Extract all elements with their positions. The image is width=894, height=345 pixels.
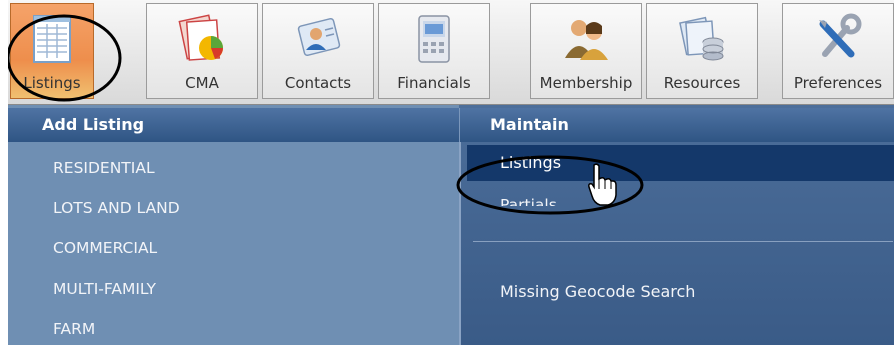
maintain-title: Maintain (490, 115, 569, 134)
listings-icon (33, 15, 71, 63)
menu-item-lots-and-land[interactable]: LOTS AND LAND (53, 199, 180, 217)
panel-divider (459, 142, 461, 345)
tab-financials[interactable]: Financials (378, 3, 490, 99)
add-listing-title: Add Listing (42, 115, 145, 134)
menu-item-multi-family[interactable]: MULTI-FAMILY (53, 280, 156, 298)
add-listing-panel: Add Listing RESIDENTIAL LOTS AND LAND CO… (8, 105, 459, 345)
resources-icon (679, 16, 724, 61)
app-window: Listings CMA Contacts Financials Members… (8, 0, 894, 345)
menu-item-label: Listings (500, 153, 562, 172)
tab-listings[interactable]: Listings (10, 3, 94, 99)
tab-label: Preferences (793, 74, 883, 92)
menu-item-residential[interactable]: RESIDENTIAL (53, 159, 155, 177)
contacts-icon (297, 17, 341, 57)
menu-separator (473, 241, 893, 242)
cma-icon (178, 14, 223, 61)
maintain-header: Maintain (459, 108, 894, 142)
menu-item-farm[interactable]: FARM (53, 320, 95, 338)
tab-label: Membership (539, 74, 633, 92)
menu-item-partials[interactable]: Partials (500, 194, 557, 206)
menu-item-commercial[interactable]: COMMERCIAL (53, 239, 157, 257)
tab-label: Listings (23, 74, 81, 92)
tab-label: Contacts (284, 74, 352, 92)
tab-label: Resources (663, 74, 741, 92)
tab-resources[interactable]: Resources (646, 3, 758, 99)
tab-preferences[interactable]: Preferences (782, 3, 894, 99)
maintain-panel: Maintain Listings Partials Missing Geoco… (459, 105, 894, 345)
tab-contacts[interactable]: Contacts (262, 3, 374, 99)
membership-icon (565, 20, 608, 60)
tab-cma[interactable]: CMA (146, 3, 258, 99)
tab-membership[interactable]: Membership (530, 3, 642, 99)
menu-item-missing-geocode-search[interactable]: Missing Geocode Search (500, 282, 695, 301)
menu-item-listings[interactable]: Listings (467, 145, 894, 181)
tab-label: Financials (397, 74, 471, 92)
preferences-icon (819, 13, 862, 58)
main-toolbar: Listings CMA Contacts Financials Members… (8, 0, 894, 105)
financials-icon (418, 15, 450, 63)
tab-label: CMA (185, 74, 219, 92)
add-listing-header: Add Listing (8, 108, 459, 142)
